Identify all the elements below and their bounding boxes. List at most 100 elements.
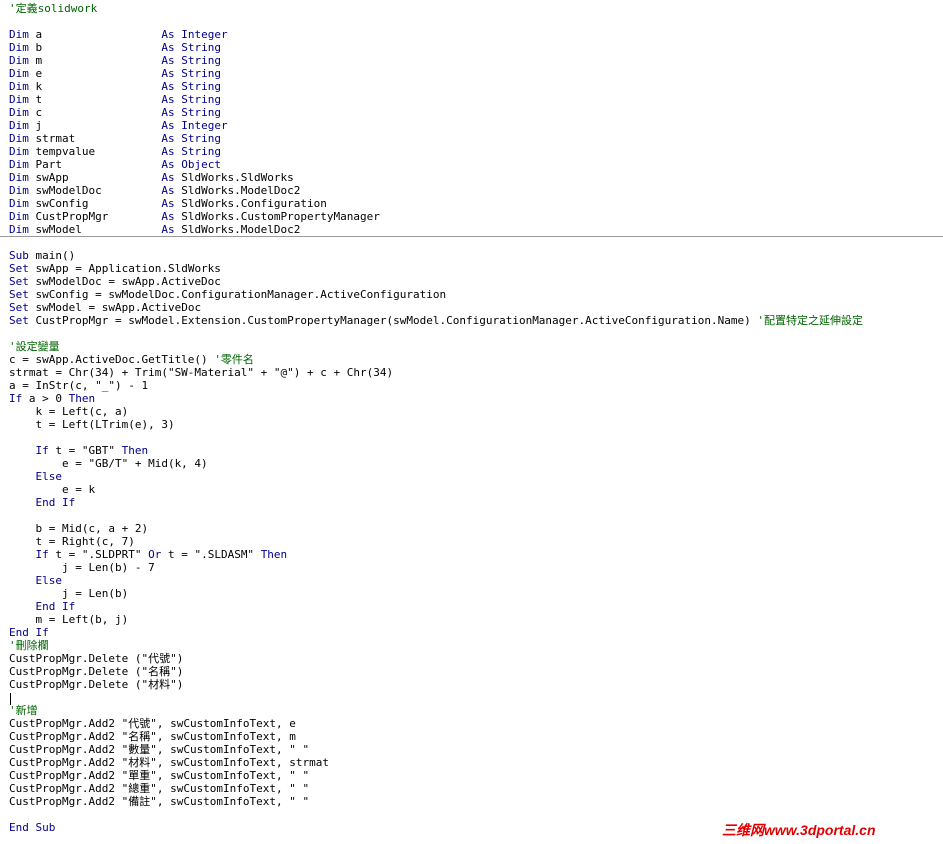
code-line[interactable]: CustPropMgr.Add2 "數量", swCustomInfoText,…	[9, 743, 309, 756]
keyword-token: End If	[9, 626, 49, 639]
code-token: k	[28, 80, 162, 93]
keyword-token: Dim	[9, 119, 29, 132]
code-token: e = "GB/T" + Mid(k, 4)	[9, 457, 208, 470]
code-line[interactable]: t = Left(LTrim(e), 3)	[9, 418, 174, 431]
code-line[interactable]: Else	[9, 574, 63, 587]
keyword-token: Dim	[9, 67, 29, 80]
keyword-token: If	[35, 444, 49, 457]
code-token: SldWorks.CustomPropertyManager	[174, 210, 380, 223]
code-line[interactable]: CustPropMgr.Add2 "總重", swCustomInfoText,…	[9, 782, 309, 795]
keyword-token: Sub	[9, 249, 29, 262]
code-token: main()	[28, 249, 76, 262]
code-line[interactable]: '刪除欄	[9, 639, 49, 652]
code-line[interactable]: CustPropMgr.Add2 "名稱", swCustomInfoText,…	[9, 730, 296, 743]
code-line[interactable]: CustPropMgr.Add2 "備註", swCustomInfoText,…	[9, 795, 309, 808]
code-line[interactable]: If t = "GBT" Then	[9, 444, 149, 457]
code-line[interactable]: Set swConfig = swModelDoc.ConfigurationM…	[9, 288, 446, 301]
text-cursor	[10, 693, 11, 705]
keyword-token: Set	[9, 262, 29, 275]
code-line[interactable]: '新增	[9, 704, 38, 717]
code-line[interactable]: If a > 0 Then	[9, 392, 95, 405]
code-line[interactable]: e = k	[9, 483, 95, 496]
procedure-separator	[0, 236, 943, 237]
code-line[interactable]: CustPropMgr.Delete ("材料")	[9, 678, 183, 691]
code-line[interactable]: t = Right(c, 7)	[9, 535, 134, 548]
keyword-token: Dim	[9, 197, 29, 210]
keyword-token: If	[9, 392, 23, 405]
code-token: swModelDoc	[28, 184, 162, 197]
code-token: SldWorks.ModelDoc2	[174, 223, 301, 236]
code-line[interactable]: j = Len(b)	[9, 587, 128, 600]
keyword-token: Dim	[9, 106, 29, 119]
code-line[interactable]: k = Left(c, a)	[9, 405, 128, 418]
code-line[interactable]: Dim Part As Object	[9, 158, 221, 171]
code-line[interactable]: Dim tempvalue As String	[9, 145, 221, 158]
code-line[interactable]: a = InStr(c, "_") - 1	[9, 379, 148, 392]
code-line[interactable]: Dim t As String	[9, 93, 221, 106]
code-line[interactable]: Dim m As String	[9, 54, 221, 67]
code-line[interactable]: Dim j As Integer	[9, 119, 228, 132]
code-line[interactable]: If t = ".SLDPRT" Or t = ".SLDASM" Then	[9, 548, 288, 561]
code-line[interactable]: CustPropMgr.Add2 "代號", swCustomInfoText,…	[9, 717, 296, 730]
keyword-token: String	[181, 132, 221, 145]
code-line[interactable]: Else	[9, 470, 63, 483]
code-line[interactable]: Dim swModelDoc As SldWorks.ModelDoc2	[9, 184, 300, 197]
code-line[interactable]: CustPropMgr.Add2 "材料", swCustomInfoText,…	[9, 756, 329, 769]
keyword-token: Dim	[9, 41, 29, 54]
code-line[interactable]: Dim strmat As String	[9, 132, 221, 145]
keyword-token: Dim	[9, 93, 29, 106]
code-line[interactable]: j = Len(b) - 7	[9, 561, 155, 574]
code-token: CustPropMgr.Add2 "單重", swCustomInfoText,…	[9, 769, 310, 782]
code-token: t = "GBT"	[48, 444, 122, 457]
code-line[interactable]: Set swApp = Application.SldWorks	[9, 262, 221, 275]
code-line[interactable]: Set CustPropMgr = swModel.Extension.Cust…	[9, 314, 863, 327]
code-token: m = Left(b, j)	[9, 613, 129, 626]
code-line[interactable]: Dim b As String	[9, 41, 221, 54]
code-line[interactable]: Dim swApp As SldWorks.SldWorks	[9, 171, 294, 184]
code-line[interactable]: Dim c As String	[9, 106, 221, 119]
keyword-token: Integer	[181, 28, 228, 41]
code-line[interactable]: CustPropMgr.Add2 "單重", swCustomInfoText,…	[9, 769, 309, 782]
code-token: CustPropMgr.Add2 "代號", swCustomInfoText,…	[9, 717, 296, 730]
code-line[interactable]: c = swApp.ActiveDoc.GetTitle() '零件名	[9, 353, 254, 366]
code-token: j = Len(b)	[9, 587, 129, 600]
keyword-token: Then	[121, 444, 149, 457]
code-token: t = ".SLDASM"	[161, 548, 261, 561]
code-line[interactable]: '設定變量	[9, 340, 60, 353]
comment-token: '配置特定之延伸設定	[757, 314, 863, 327]
code-line[interactable]: Set swModel = swApp.ActiveDoc	[9, 301, 201, 314]
code-line[interactable]: End If	[9, 496, 76, 509]
code-line[interactable]: strmat = Chr(34) + Trim("SW-Material" + …	[9, 366, 393, 379]
code-line[interactable]: End If	[9, 626, 49, 639]
code-editor[interactable]: '定義solidwork Dim a As Integer Dim b As St…	[0, 0, 943, 844]
code-line[interactable]: CustPropMgr.Delete ("名稱")	[9, 665, 183, 678]
keyword-token: Else	[35, 470, 63, 483]
code-line[interactable]: Dim CustPropMgr As SldWorks.CustomProper…	[9, 210, 380, 223]
code-line[interactable]: End Sub	[9, 821, 55, 834]
code-line[interactable]: e = "GB/T" + Mid(k, 4)	[9, 457, 208, 470]
code-line[interactable]: Dim k As String	[9, 80, 221, 93]
code-line[interactable]: CustPropMgr.Delete ("代號")	[9, 652, 183, 665]
code-line[interactable]: b = Mid(c, a + 2)	[9, 522, 148, 535]
code-line[interactable]: m = Left(b, j)	[9, 613, 128, 626]
code-line[interactable]: Set swModelDoc = swApp.ActiveDoc	[9, 275, 221, 288]
code-token: Part	[28, 158, 162, 171]
keyword-token: Set	[9, 288, 29, 301]
code-line[interactable]: Sub main()	[9, 249, 75, 262]
code-line[interactable]: Dim swConfig As SldWorks.Configuration	[9, 197, 327, 210]
code-token: CustPropMgr.Add2 "名稱", swCustomInfoText,…	[9, 730, 296, 743]
keyword-token: String	[181, 80, 221, 93]
code-token: t = ".SLDPRT"	[48, 548, 149, 561]
code-token: CustPropMgr = swModel.Extension.CustomPr…	[28, 314, 758, 327]
code-line[interactable]: End If	[9, 600, 76, 613]
keyword-token: Dim	[9, 184, 29, 197]
code-line[interactable]: Dim swModel As SldWorks.ModelDoc2	[9, 223, 300, 236]
code-line[interactable]: Dim e As String	[9, 67, 221, 80]
code-token: swConfig = swModelDoc.ConfigurationManag…	[28, 288, 447, 301]
code-line[interactable]: Dim a As Integer	[9, 28, 228, 41]
code-token: b = Mid(c, a + 2)	[9, 522, 149, 535]
code-token: a = InStr(c, "_") - 1	[9, 379, 149, 392]
